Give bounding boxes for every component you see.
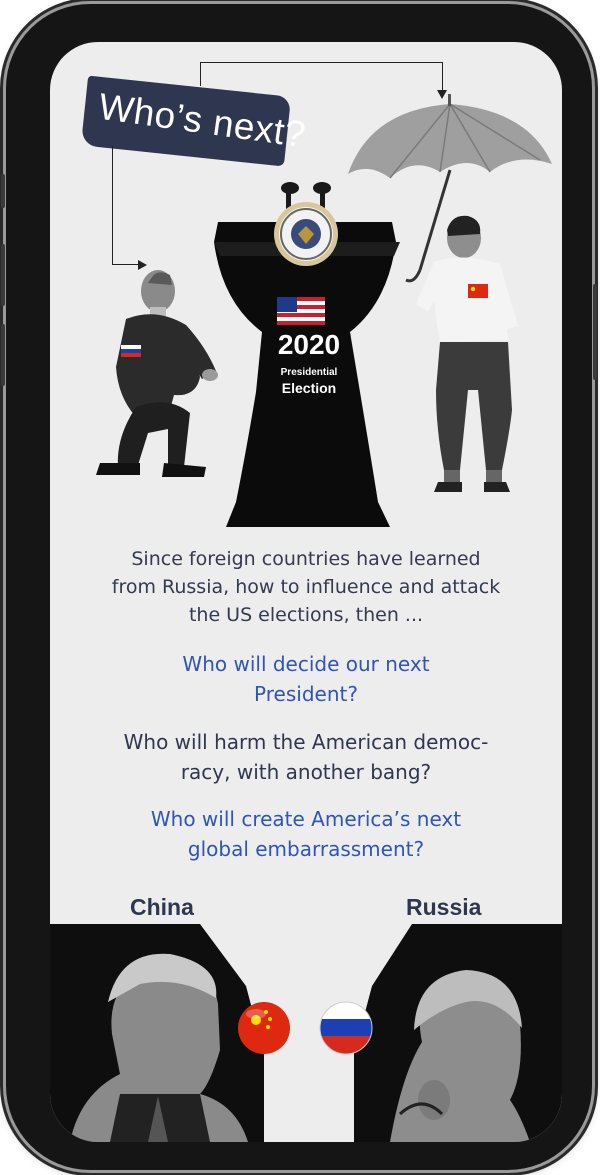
presidential-seal-icon	[274, 202, 338, 266]
china-flag-ball-icon	[238, 1002, 290, 1054]
question-line: Who will create America’s next	[150, 807, 462, 831]
intro-line: Since foreign countries have learned	[131, 548, 481, 570]
usa-flag-icon	[277, 297, 325, 325]
intro-line: from Russia, how to influence and attack	[111, 576, 501, 598]
question-line: racy, with another bang?	[180, 760, 432, 784]
russia-flag-icon	[121, 345, 141, 349]
label-russia: Russia	[406, 894, 482, 920]
connector-line-top-left	[200, 62, 201, 86]
label-china: China	[130, 894, 194, 920]
phone-frame: Who’s next? 2020 Presidential Election S…	[1, 4, 597, 1170]
phone-screen: Who’s next? 2020 Presidential Election S…	[50, 42, 562, 1142]
question-harm-democracy: Who will harm the American democ- racy, …	[50, 727, 562, 787]
question-line: Who will decide our next	[182, 652, 430, 676]
intro-line: the US elections, then ...	[188, 604, 424, 626]
connector-line-top	[200, 62, 442, 63]
question-line: Who will harm the American democ-	[123, 730, 489, 754]
china-flag-icon	[468, 284, 488, 298]
man-with-umbrella-figure	[348, 94, 552, 492]
question-line: President?	[254, 682, 358, 706]
question-global-embarrassment: Who will create America’s next global em…	[50, 804, 562, 864]
question-decide-president: Who will decide our next President?	[50, 649, 562, 709]
connector-line-left-horizontal	[112, 264, 140, 265]
phone-volume-down-button	[1, 324, 5, 386]
question-line: global embarrassment?	[187, 837, 425, 861]
phone-power-button	[593, 284, 597, 380]
connector-line-top-right	[442, 62, 443, 92]
bottom-funnel-graphic	[70, 924, 530, 1142]
phone-volume-up-button	[1, 244, 5, 306]
connector-line-left-vertical	[112, 146, 113, 264]
intro-paragraph: Since foreign countries have learned fro…	[50, 545, 562, 629]
phone-side-button	[1, 174, 5, 208]
